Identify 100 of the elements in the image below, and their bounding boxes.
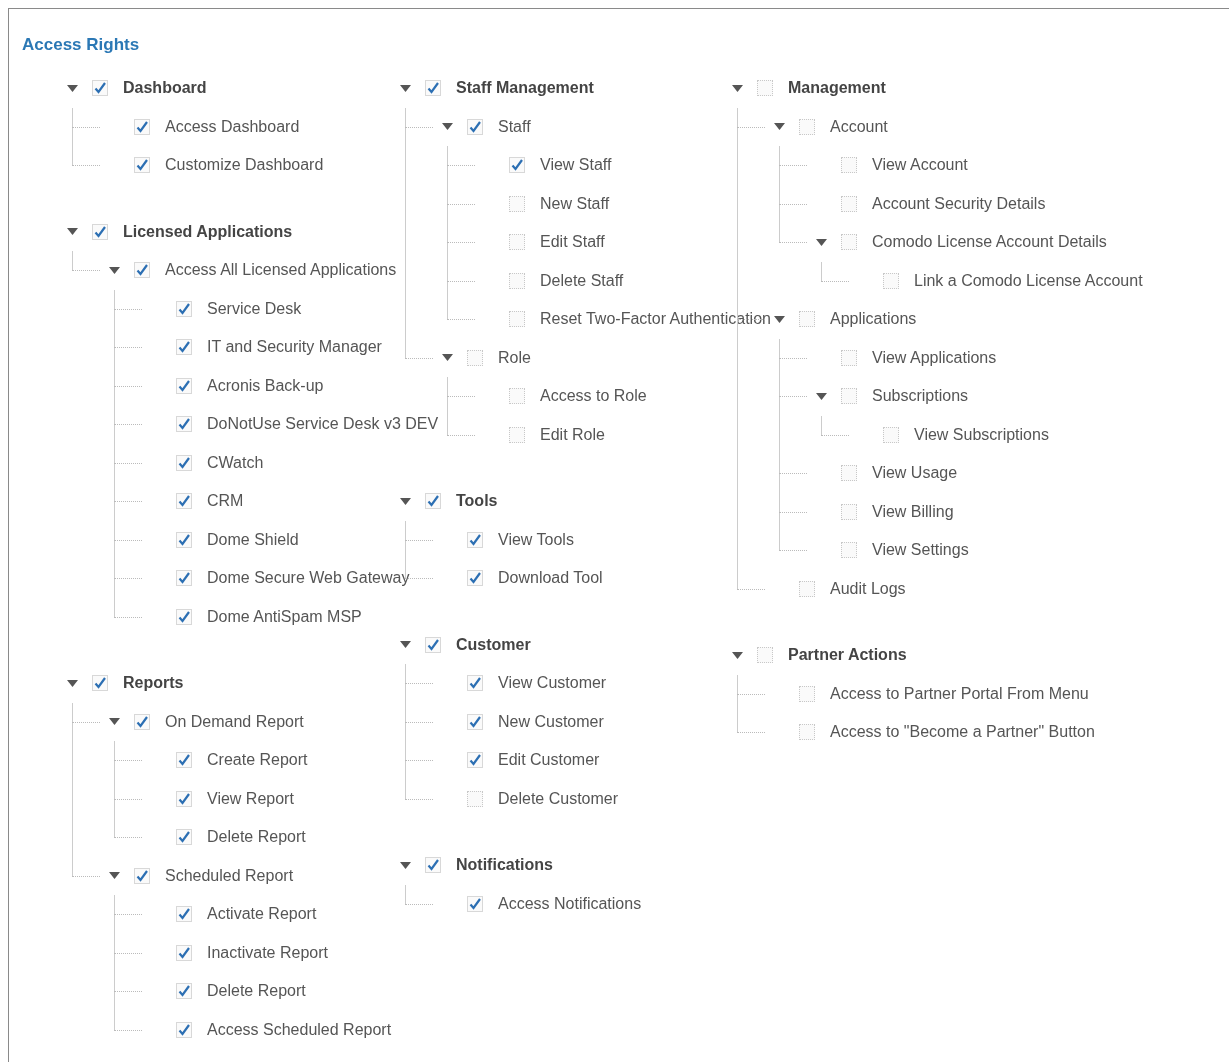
checkbox[interactable] — [176, 944, 192, 961]
checkbox[interactable] — [176, 983, 192, 1000]
checkbox[interactable] — [425, 493, 441, 510]
expanded-triangle-icon[interactable] — [109, 872, 120, 880]
checkbox[interactable] — [176, 608, 192, 625]
permission-label: Reset Two-Factor Authentication — [540, 310, 771, 329]
expanded-triangle-icon[interactable] — [67, 679, 78, 687]
checkbox[interactable] — [467, 531, 483, 548]
checkbox[interactable] — [467, 118, 483, 135]
permission-label: Dome Secure Web Gateway — [207, 569, 410, 588]
permission-label: View Applications — [872, 348, 997, 367]
checkbox[interactable] — [134, 118, 150, 135]
permission-label: CWatch — [207, 453, 264, 472]
checkbox[interactable] — [176, 416, 192, 433]
checkbox[interactable] — [841, 195, 857, 212]
permission-label: View Report — [207, 789, 294, 808]
permission-label: Dome AntiSpam MSP — [207, 607, 362, 626]
checkbox[interactable] — [92, 675, 108, 692]
checkbox[interactable] — [509, 195, 525, 212]
group-label: Notifications — [456, 856, 553, 875]
checkbox[interactable] — [841, 234, 857, 251]
checkbox[interactable] — [176, 570, 192, 587]
permission-label: Comodo License Account Details — [872, 233, 1107, 252]
checkbox[interactable] — [509, 272, 525, 289]
checkbox[interactable] — [134, 262, 150, 279]
checkbox[interactable] — [176, 531, 192, 548]
group-label: Dashboard — [123, 79, 207, 98]
checkbox[interactable] — [176, 1021, 192, 1038]
checkbox[interactable] — [799, 685, 815, 702]
checkbox[interactable] — [92, 223, 108, 240]
checkbox[interactable] — [799, 118, 815, 135]
checkbox[interactable] — [425, 636, 441, 653]
checkbox[interactable] — [883, 272, 899, 289]
checkbox[interactable] — [176, 377, 192, 394]
checkbox[interactable] — [841, 349, 857, 366]
checkbox[interactable] — [176, 752, 192, 769]
checkbox[interactable] — [841, 542, 857, 559]
checkbox[interactable] — [467, 895, 483, 912]
expanded-triangle-icon[interactable] — [400, 84, 411, 92]
permission-label: Access All Licensed Applications — [165, 261, 397, 280]
permission-label: View Usage — [872, 464, 958, 483]
checkbox[interactable] — [176, 339, 192, 356]
permission-label: Audit Logs — [830, 579, 906, 598]
expanded-triangle-icon[interactable] — [400, 497, 411, 505]
expanded-triangle-icon[interactable] — [67, 84, 78, 92]
checkbox[interactable] — [176, 300, 192, 317]
expanded-triangle-icon[interactable] — [442, 123, 453, 131]
checkbox[interactable] — [509, 157, 525, 174]
permission-label: New Staff — [540, 194, 610, 213]
expanded-triangle-icon[interactable] — [816, 238, 827, 246]
checkbox[interactable] — [841, 157, 857, 174]
checkbox[interactable] — [134, 713, 150, 730]
group-label: Partner Actions — [788, 646, 907, 665]
checkbox[interactable] — [467, 790, 483, 807]
checkbox[interactable] — [799, 311, 815, 328]
checkbox[interactable] — [92, 80, 108, 97]
expanded-triangle-icon[interactable] — [774, 123, 785, 131]
checkbox[interactable] — [509, 426, 525, 443]
checkbox[interactable] — [509, 311, 525, 328]
permission-label: Edit Customer — [498, 751, 600, 770]
expanded-triangle-icon[interactable] — [400, 861, 411, 869]
expanded-triangle-icon[interactable] — [732, 651, 743, 659]
permission-label: Role — [498, 348, 531, 367]
checkbox[interactable] — [757, 80, 773, 97]
checkbox[interactable] — [509, 234, 525, 251]
checkbox[interactable] — [841, 388, 857, 405]
expanded-triangle-icon[interactable] — [67, 228, 78, 236]
checkbox[interactable] — [467, 570, 483, 587]
checkbox[interactable] — [799, 580, 815, 597]
expanded-triangle-icon[interactable] — [816, 392, 827, 400]
expanded-triangle-icon[interactable] — [774, 315, 785, 323]
expanded-triangle-icon[interactable] — [109, 266, 120, 274]
checkbox[interactable] — [467, 713, 483, 730]
checkbox[interactable] — [425, 857, 441, 874]
checkbox[interactable] — [841, 465, 857, 482]
checkbox[interactable] — [176, 829, 192, 846]
checkbox[interactable] — [467, 675, 483, 692]
expanded-triangle-icon[interactable] — [109, 718, 120, 726]
permission-label: Delete Report — [207, 828, 306, 847]
checkbox[interactable] — [883, 426, 899, 443]
permission-label: Download Tool — [498, 569, 603, 588]
checkbox[interactable] — [176, 493, 192, 510]
checkbox[interactable] — [176, 790, 192, 807]
checkbox[interactable] — [467, 349, 483, 366]
expanded-triangle-icon[interactable] — [442, 354, 453, 362]
checkbox[interactable] — [425, 80, 441, 97]
checkbox[interactable] — [757, 647, 773, 664]
permission-label: View Subscriptions — [914, 425, 1049, 444]
permission-label: Delete Report — [207, 982, 306, 1001]
expanded-triangle-icon[interactable] — [732, 84, 743, 92]
checkbox[interactable] — [176, 906, 192, 923]
checkbox[interactable] — [841, 503, 857, 520]
permission-label: Staff — [498, 117, 531, 136]
checkbox[interactable] — [134, 157, 150, 174]
checkbox[interactable] — [799, 724, 815, 741]
checkbox[interactable] — [467, 752, 483, 769]
checkbox[interactable] — [509, 388, 525, 405]
expanded-triangle-icon[interactable] — [400, 641, 411, 649]
checkbox[interactable] — [176, 454, 192, 471]
checkbox[interactable] — [134, 867, 150, 884]
